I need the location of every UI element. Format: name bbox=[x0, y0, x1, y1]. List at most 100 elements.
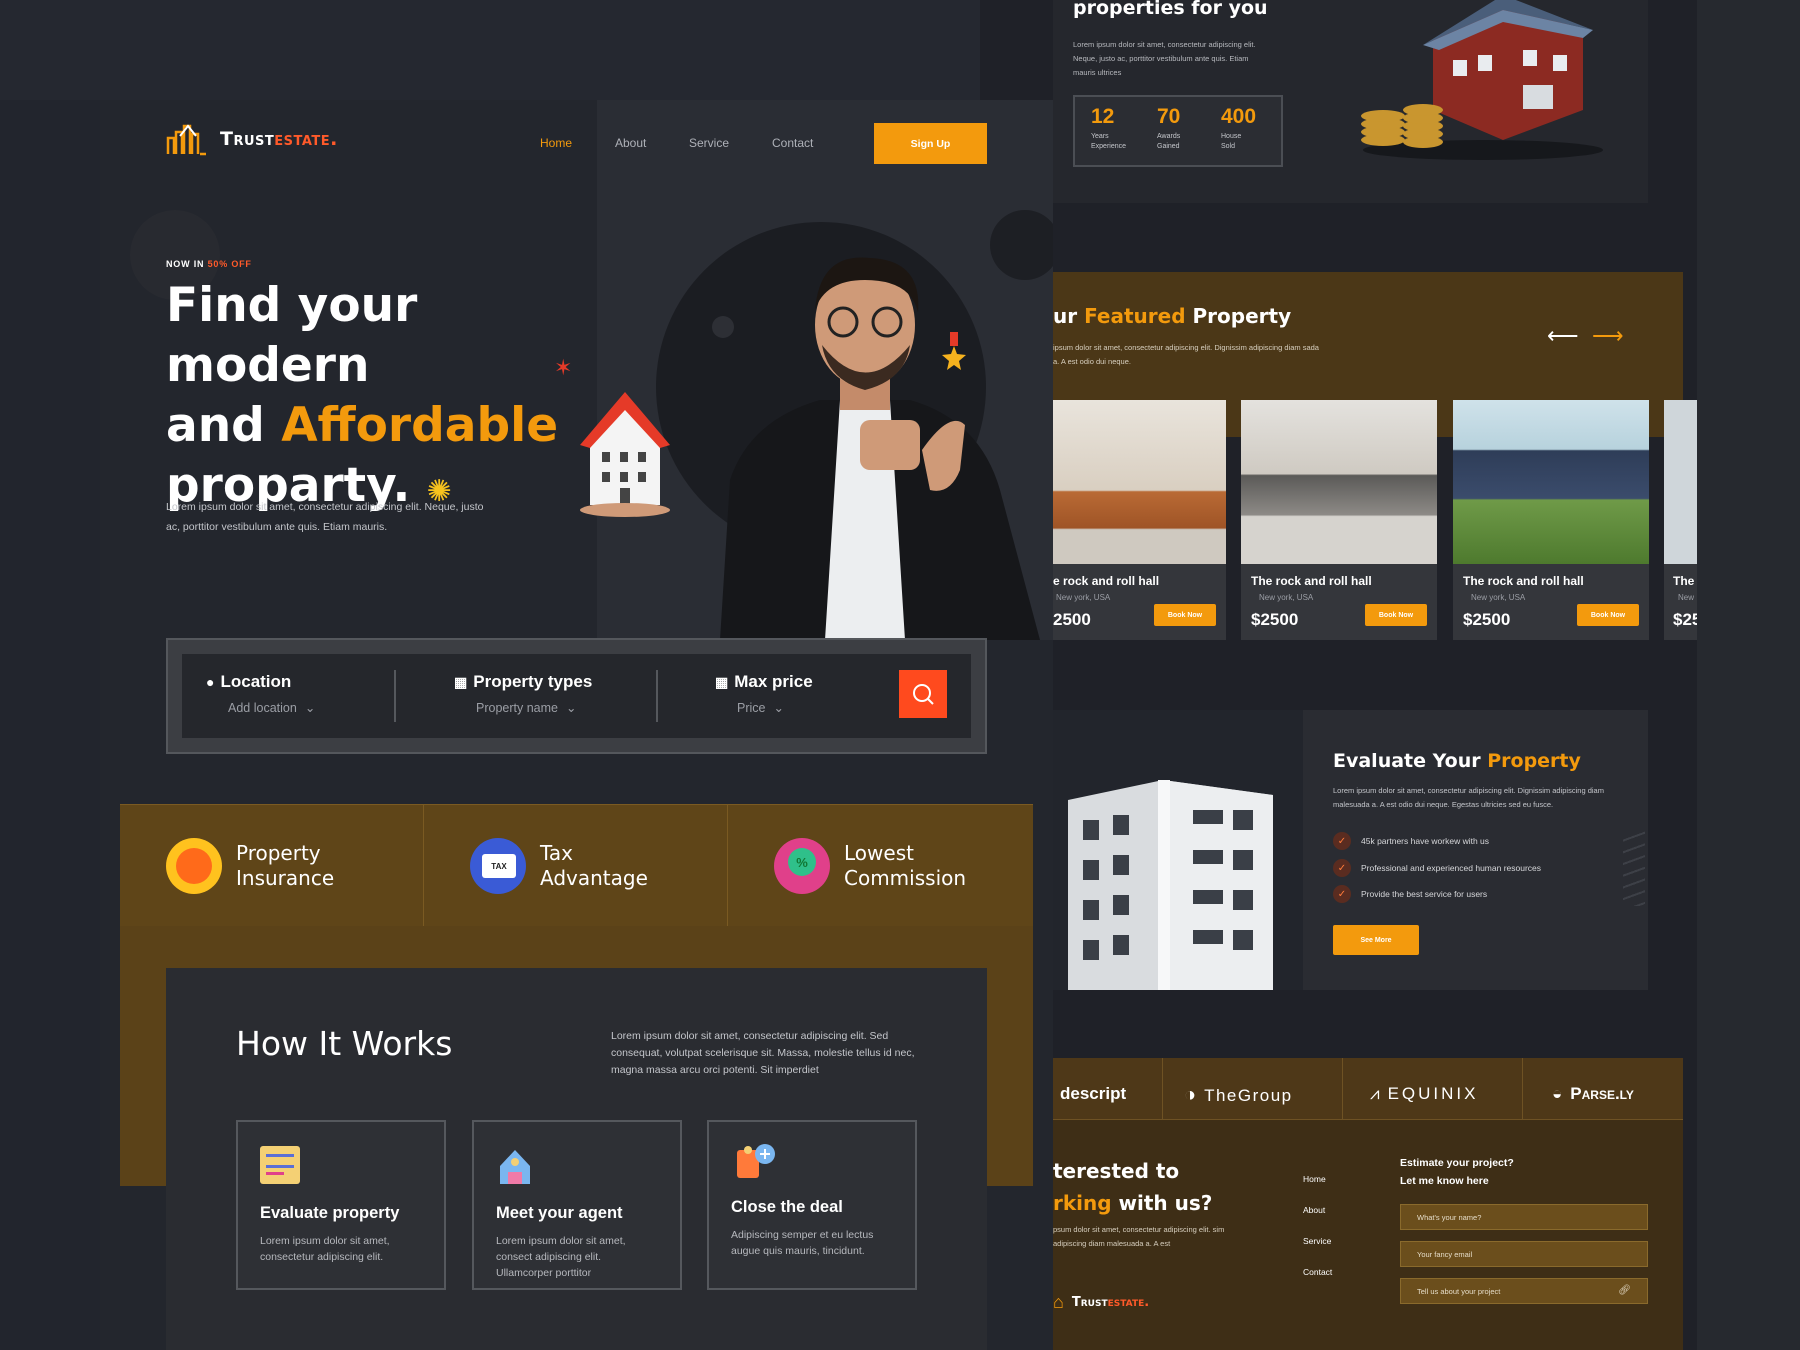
divider bbox=[656, 670, 658, 722]
check-icon: ✓ bbox=[1333, 885, 1351, 903]
footer-nav-contact[interactable]: Contact bbox=[1303, 1267, 1332, 1277]
step-card[interactable]: Meet your agent Lorem ipsum dolor sit am… bbox=[472, 1120, 682, 1290]
brand-divider bbox=[1342, 1058, 1343, 1120]
grid-icon: ▦ bbox=[454, 673, 468, 690]
book-now-button[interactable]: Book Now bbox=[1577, 604, 1639, 626]
document-pen-icon bbox=[260, 1146, 300, 1184]
property-card[interactable]: The rock and roll hall New york, USA $25… bbox=[1241, 400, 1437, 640]
footer-nav-service[interactable]: Service bbox=[1303, 1236, 1331, 1246]
project-field[interactable]: Tell us about your project 🔗︎ bbox=[1400, 1278, 1648, 1304]
property-card[interactable]: e rock and roll hall New york, USA 2500 … bbox=[1053, 400, 1226, 640]
feature-property-insurance: Property Insurance bbox=[120, 805, 424, 927]
equinix-logo-icon: ⩘ bbox=[1370, 1084, 1380, 1103]
about-section: properties for you Lorem ipsum dolor sit… bbox=[1053, 0, 1648, 203]
property-type-filter[interactable]: ▦ Property types Property name ⌄ bbox=[454, 672, 592, 715]
check-item: ✓ Professional and experienced human reso… bbox=[1333, 859, 1541, 877]
brand-divider bbox=[1162, 1058, 1163, 1120]
chevron-down-icon: ⌄ bbox=[304, 701, 316, 715]
brand-descript: descript bbox=[1060, 1084, 1127, 1103]
landing-page: ✶ Trustestate. Home About Service Contac… bbox=[100, 100, 1053, 1350]
how-title: How It Works bbox=[236, 1024, 453, 1063]
nav-contact[interactable]: Contact bbox=[772, 136, 813, 150]
building-image bbox=[1053, 710, 1303, 990]
brand-divider bbox=[1522, 1058, 1523, 1120]
stat-awards: 70 Awards Gained bbox=[1157, 105, 1181, 150]
logo-icon: ⌂ bbox=[1053, 1292, 1064, 1312]
decorative-lines bbox=[1623, 830, 1645, 906]
featured-title: ur Featured Property bbox=[1053, 304, 1292, 328]
search-button[interactable] bbox=[899, 670, 947, 718]
featured-description: ipsum dolor sit amet, consectetur adipis… bbox=[1053, 343, 1319, 366]
stats-box: 12 Years Experience 70 Awards Gained 400… bbox=[1073, 95, 1283, 167]
check-icon: ✓ bbox=[1333, 859, 1351, 877]
prev-arrow-button[interactable]: ⟵ bbox=[1547, 325, 1579, 347]
divider bbox=[394, 670, 396, 722]
feature-lowest-commission: % Lowest Commission bbox=[728, 805, 1032, 927]
hero-badge: NOW IN 50% OFF bbox=[166, 259, 252, 269]
about-description: Lorem ipsum dolor sit amet, consectetur … bbox=[1073, 40, 1256, 77]
hero-description: Lorem ipsum dolor sit amet, consectetur … bbox=[166, 501, 484, 533]
book-now-button[interactable]: Book Now bbox=[1365, 604, 1427, 626]
step-card[interactable]: Evaluate property Lorem ipsum dolor sit … bbox=[236, 1120, 446, 1290]
max-price-filter[interactable]: ▦ Max price Price ⌄ bbox=[715, 672, 813, 715]
email-field[interactable]: Your fancy email bbox=[1400, 1241, 1648, 1267]
shield-house-icon bbox=[166, 838, 222, 894]
contact-title: terested to rking with us? bbox=[1053, 1159, 1213, 1215]
check-item: ✓ 45k partners have workew with us bbox=[1333, 832, 1489, 850]
hero-title: Find your modern and Affordable proparty… bbox=[166, 278, 559, 513]
features-strip: Property Insurance TAX Tax Advantage % Low… bbox=[120, 804, 1033, 927]
right-edge-strip bbox=[1697, 0, 1800, 1350]
evaluate-title: Evaluate Your Property bbox=[1333, 750, 1581, 772]
agent-photo bbox=[660, 250, 1050, 640]
nav-service[interactable]: Service bbox=[689, 136, 729, 150]
signup-button[interactable]: Sign Up bbox=[874, 123, 987, 164]
next-arrow-button[interactable]: ⟶ bbox=[1592, 325, 1642, 347]
footer-nav-about[interactable]: About bbox=[1303, 1205, 1325, 1215]
see-more-button[interactable]: See More bbox=[1333, 925, 1419, 955]
how-description: Lorem ipsum dolor sit amet, consectetur … bbox=[611, 1030, 915, 1076]
chevron-down-icon: ⌄ bbox=[773, 701, 784, 715]
brand-parsely: ◒ Parse.ly bbox=[1552, 1084, 1634, 1103]
how-it-works-section: How It Works Lorem ipsum dolor sit amet,… bbox=[166, 968, 987, 1350]
book-now-button[interactable]: Book Now bbox=[1154, 604, 1216, 626]
search-icon bbox=[913, 684, 934, 705]
logo[interactable]: Trustestate. bbox=[166, 122, 338, 156]
tax-icon: TAX bbox=[470, 838, 526, 894]
footer-nav-home[interactable]: Home bbox=[1303, 1174, 1326, 1184]
chevron-down-icon: ⌄ bbox=[565, 701, 577, 715]
thegroup-logo-icon: ◑ bbox=[1184, 1084, 1197, 1106]
agent-house-icon bbox=[496, 1146, 534, 1186]
check-icon: ✓ bbox=[1333, 832, 1351, 850]
property-card[interactable]: The rock and roll hall New york, USA $25… bbox=[1453, 400, 1649, 640]
property-image-modern-house bbox=[1453, 400, 1649, 564]
feature-tax-advantage: TAX Tax Advantage bbox=[424, 805, 728, 927]
attachment-icon[interactable]: 🔗︎ bbox=[1618, 1285, 1631, 1296]
evaluate-description: Lorem ipsum dolor sit amet, consectetur … bbox=[1333, 786, 1604, 809]
property-image-interior bbox=[1241, 400, 1437, 564]
contact-description: psum dolor sit amet, consectetur adipisc… bbox=[1053, 1225, 1225, 1248]
stat-houses: 400 House Sold bbox=[1221, 105, 1257, 150]
logo-icon bbox=[166, 124, 206, 156]
property-card[interactable]: The New $25 bbox=[1664, 400, 1697, 640]
house-with-coins-image bbox=[1343, 0, 1603, 160]
medal-star-icon bbox=[942, 332, 966, 372]
name-field[interactable]: What's your name? bbox=[1400, 1204, 1648, 1230]
brand-equinix: ⩘ EQUINIX bbox=[1370, 1084, 1479, 1103]
footer-logo[interactable]: ⌂ Trustestate. bbox=[1053, 1292, 1149, 1313]
form-title: Estimate your project? Let me know here bbox=[1400, 1157, 1514, 1187]
location-filter[interactable]: ● Location Add location ⌄ bbox=[206, 672, 315, 715]
stat-years: 12 Years Experience bbox=[1091, 105, 1127, 150]
property-image-living-room bbox=[1053, 400, 1226, 564]
property-image-partial bbox=[1664, 400, 1697, 564]
about-title: properties for you bbox=[1073, 0, 1268, 19]
step-card[interactable]: Close the deal Adipiscing semper et eu l… bbox=[707, 1120, 917, 1290]
check-item: ✓ Provide the best service for users bbox=[1333, 885, 1487, 903]
location-pin-icon: ● bbox=[206, 674, 215, 690]
parsely-logo-icon: ◒ bbox=[1552, 1084, 1563, 1103]
nav-about[interactable]: About bbox=[615, 136, 646, 150]
tag-plus-icon bbox=[735, 1140, 777, 1180]
brand-thegroup: ◑ TheGroup bbox=[1184, 1084, 1293, 1106]
search-bar: ● Location Add location ⌄ ▦ Property types … bbox=[166, 638, 987, 754]
nav-home[interactable]: Home bbox=[540, 136, 572, 150]
commission-icon: % bbox=[774, 838, 830, 894]
